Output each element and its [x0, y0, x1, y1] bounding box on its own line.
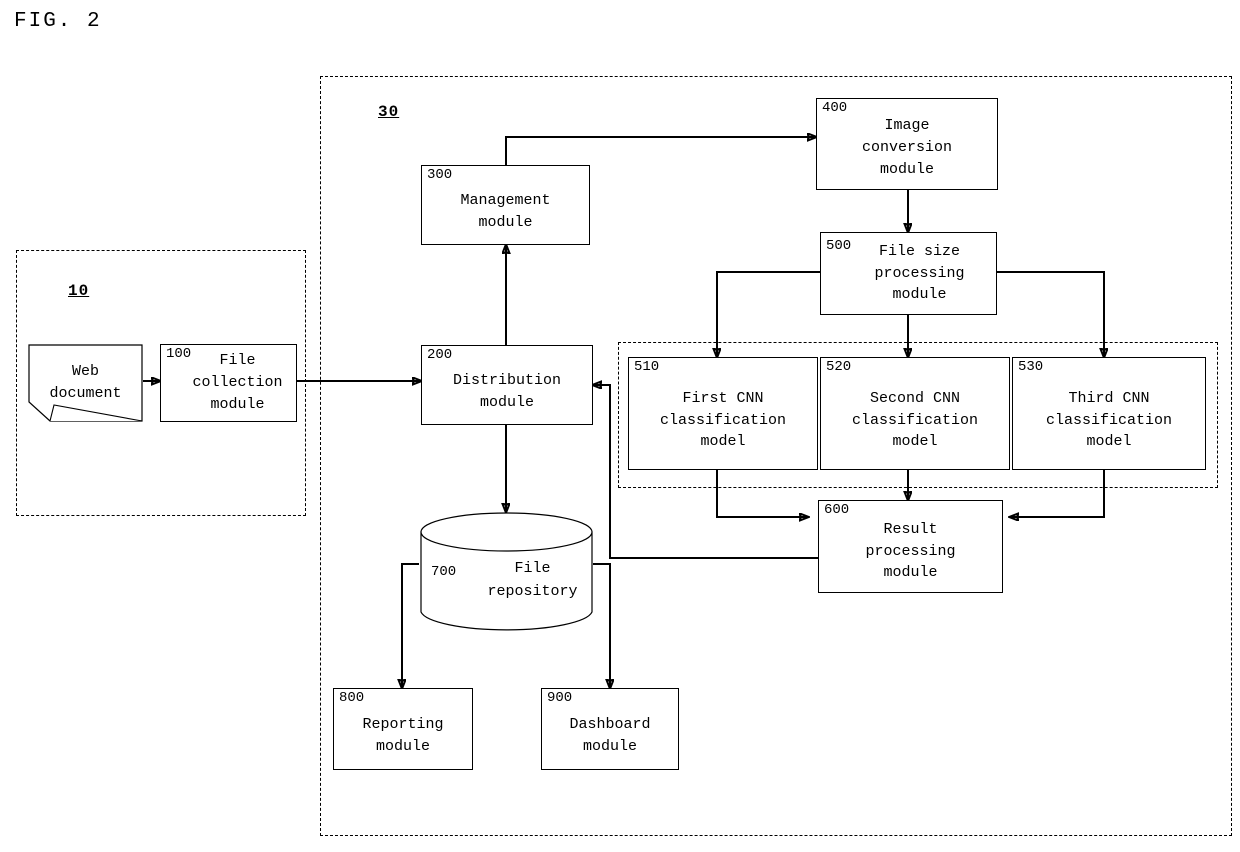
module-first-cnn[interactable]: 510 First CNN classification model	[628, 357, 818, 470]
module-label-distribution: Distribution module	[452, 372, 562, 411]
module-ref-100: 100	[166, 346, 192, 362]
module-distribution[interactable]: 200 Distribution module	[421, 345, 593, 425]
module-ref-900: 900	[547, 690, 573, 706]
datastore-label-file-repository: File repository	[487, 560, 578, 600]
module-result-processing[interactable]: 600 Result processing module	[818, 500, 1003, 593]
module-reporting[interactable]: 800 Reporting module	[333, 688, 473, 770]
module-file-size-processing[interactable]: 500 File size processing module	[820, 232, 997, 315]
module-second-cnn[interactable]: 520 Second CNN classification model	[820, 357, 1010, 470]
datastore-file-repository[interactable]: 700 File repository	[419, 512, 594, 632]
module-label-result-processing: Result processing module	[865, 520, 956, 582]
figure-title: FIG. 2	[14, 10, 102, 33]
module-ref-520: 520	[826, 359, 852, 375]
web-document-shape: Web document	[28, 344, 143, 422]
module-ref-500: 500	[826, 238, 852, 254]
module-ref-800: 800	[339, 690, 365, 706]
module-ref-300: 300	[427, 167, 453, 183]
module-file-collection[interactable]: 100 File collection module	[160, 344, 297, 422]
group-label-30: 30	[378, 103, 400, 121]
module-ref-200: 200	[427, 347, 453, 363]
module-label-management: Management module	[460, 192, 551, 231]
module-ref-400: 400	[822, 100, 848, 116]
module-label-dashboard: Dashboard module	[569, 716, 651, 755]
module-ref-530: 530	[1018, 359, 1044, 375]
group-label-10: 10	[68, 282, 90, 300]
module-label-first-cnn: First CNN classification model	[659, 389, 787, 451]
module-label-third-cnn: Third CNN classification model	[1045, 389, 1173, 451]
module-label-second-cnn: Second CNN classification model	[851, 389, 979, 451]
module-dashboard[interactable]: 900 Dashboard module	[541, 688, 679, 770]
web-document-label: Web document	[49, 363, 122, 402]
patent-figure: FIG. 2 10 30 Web document 100 File colle…	[0, 0, 1240, 852]
module-management[interactable]: 300 Management module	[421, 165, 590, 245]
module-third-cnn[interactable]: 530 Third CNN classification model	[1012, 357, 1206, 470]
module-label-reporting: Reporting module	[362, 716, 444, 755]
module-ref-510: 510	[634, 359, 660, 375]
module-label-image-conversion: Image conversion module	[861, 117, 952, 178]
module-image-conversion[interactable]: 400 Image conversion module	[816, 98, 998, 190]
module-ref-600: 600	[824, 502, 850, 518]
